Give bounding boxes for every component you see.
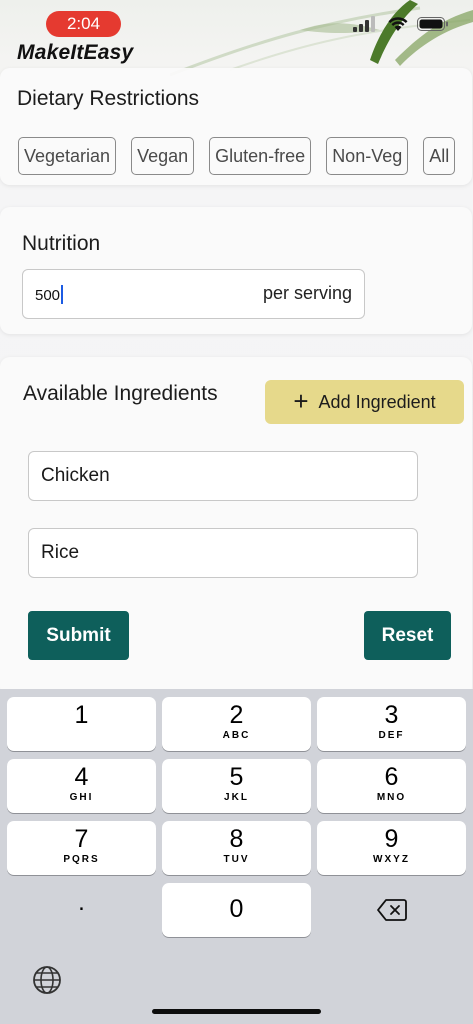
key-3-letters: DEF bbox=[378, 730, 405, 741]
key-decimal[interactable]: . bbox=[7, 883, 156, 937]
key-5-letters: JKL bbox=[224, 792, 249, 803]
nutrition-card: Nutrition 500 per serving bbox=[0, 207, 472, 334]
add-ingredient-button[interactable]: + Add Ingredient bbox=[265, 380, 464, 424]
key-7[interactable]: 7 PQRS bbox=[7, 821, 156, 875]
nutrition-input[interactable]: 500 per serving bbox=[22, 269, 365, 319]
submit-button[interactable]: Submit bbox=[28, 611, 129, 660]
status-time: 2:04 bbox=[46, 11, 121, 37]
app-title: MakeItEasy bbox=[17, 41, 134, 64]
key-5-digit: 5 bbox=[229, 763, 244, 791]
key-3[interactable]: 3 DEF bbox=[317, 697, 466, 751]
backspace-icon bbox=[376, 899, 407, 921]
dietary-options: Vegetarian Vegan Gluten-free Non-Veg All bbox=[18, 137, 456, 175]
dietary-restrictions-card: Dietary Restrictions Vegetarian Vegan Gl… bbox=[0, 68, 472, 185]
reset-button[interactable]: Reset bbox=[364, 611, 451, 660]
status-icons bbox=[353, 16, 449, 32]
wifi-icon bbox=[388, 17, 408, 31]
key-6-letters: MNO bbox=[376, 792, 407, 803]
key-7-digit: 7 bbox=[74, 825, 89, 853]
key-8-letters: TUV bbox=[223, 854, 250, 865]
key-1[interactable]: 1 bbox=[7, 697, 156, 751]
key-2[interactable]: 2 ABC bbox=[162, 697, 311, 751]
ingredients-title: Available Ingredients bbox=[23, 382, 218, 405]
numeric-keyboard: 1 2 ABC 3 DEF 4 GHI 5 JKL 6 MNO 7 PQRS 8 bbox=[0, 689, 473, 1024]
chip-gluten-free[interactable]: Gluten-free bbox=[209, 137, 312, 175]
key-0[interactable]: 0 bbox=[162, 883, 311, 937]
key-6-digit: 6 bbox=[384, 763, 399, 791]
key-4[interactable]: 4 GHI bbox=[7, 759, 156, 813]
cellular-signal-icon bbox=[353, 16, 375, 32]
nutrition-title: Nutrition bbox=[22, 232, 101, 255]
ingredient-field-1[interactable]: Chicken bbox=[28, 451, 418, 501]
globe-icon[interactable] bbox=[31, 964, 63, 996]
text-caret bbox=[61, 285, 64, 304]
ingredients-card: Available Ingredients + Add Ingredient C… bbox=[0, 357, 472, 697]
chip-all[interactable]: All bbox=[423, 137, 456, 175]
key-5[interactable]: 5 JKL bbox=[162, 759, 311, 813]
ingredient-field-2[interactable]: Rice bbox=[28, 528, 418, 578]
key-2-digit: 2 bbox=[229, 701, 244, 729]
key-4-letters: GHI bbox=[69, 792, 94, 803]
key-3-digit: 3 bbox=[384, 701, 399, 729]
home-indicator bbox=[152, 1009, 321, 1014]
battery-icon bbox=[417, 17, 448, 31]
key-8[interactable]: 8 TUV bbox=[162, 821, 311, 875]
dietary-restrictions-title: Dietary Restrictions bbox=[17, 87, 200, 110]
nutrition-value: 500 bbox=[35, 287, 61, 304]
per-serving-label: per serving bbox=[262, 283, 352, 303]
add-ingredient-label: Add Ingredient bbox=[318, 391, 436, 412]
nutrition-value-wrap: 500 bbox=[35, 285, 64, 304]
backspace-key[interactable] bbox=[317, 883, 466, 937]
key-1-digit: 1 bbox=[74, 701, 89, 729]
key-7-letters: PQRS bbox=[63, 854, 100, 865]
key-0-digit: 0 bbox=[229, 895, 244, 923]
chip-vegan[interactable]: Vegan bbox=[131, 137, 195, 175]
key-9[interactable]: 9 WXYZ bbox=[317, 821, 466, 875]
key-9-digit: 9 bbox=[384, 825, 399, 853]
key-2-letters: ABC bbox=[222, 730, 251, 741]
chip-vegetarian[interactable]: Vegetarian bbox=[18, 137, 117, 175]
key-8-digit: 8 bbox=[229, 825, 244, 853]
key-9-letters: WXYZ bbox=[373, 854, 410, 865]
key-4-digit: 4 bbox=[74, 763, 89, 791]
key-6[interactable]: 6 MNO bbox=[317, 759, 466, 813]
chip-non-veg[interactable]: Non-Veg bbox=[326, 137, 409, 175]
screen: 2:04 MakeItEasy Dietary Restrictions Veg… bbox=[0, 0, 473, 1024]
plus-icon: + bbox=[293, 386, 309, 416]
